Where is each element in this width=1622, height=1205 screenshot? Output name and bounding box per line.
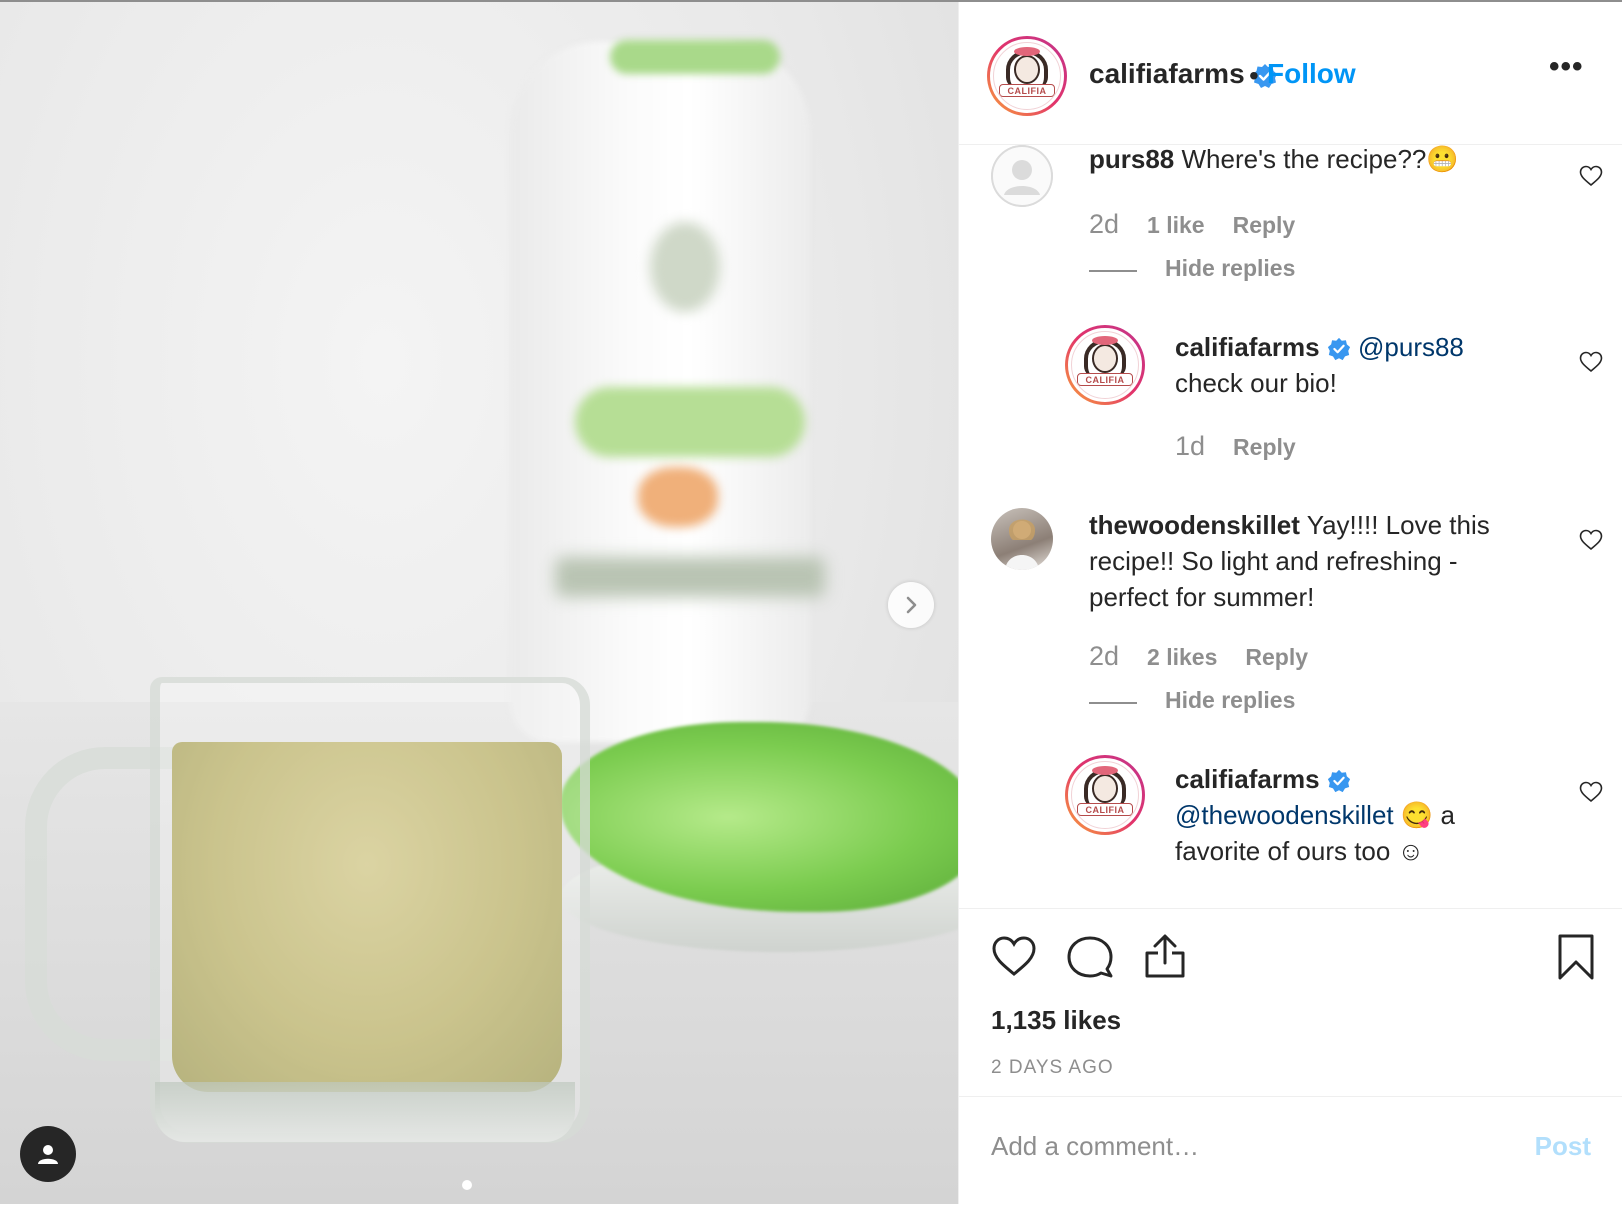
reply-mention[interactable]: @purs88: [1358, 332, 1464, 362]
profile-photo-icon: [1005, 519, 1039, 570]
comment-like-heart-icon[interactable]: [1579, 351, 1603, 373]
comment-time[interactable]: 2d: [1089, 209, 1119, 239]
follow-button[interactable]: Follow: [1267, 58, 1356, 90]
photo-jug-base: [155, 1082, 575, 1142]
share-icon[interactable]: [1143, 933, 1187, 979]
comment-like-heart-icon[interactable]: [1579, 529, 1603, 551]
author-avatar[interactable]: CALIFIA: [987, 36, 1067, 116]
photo-bottle-band: [575, 387, 805, 457]
califia-logo: CALIFIA: [1071, 761, 1139, 829]
comment-likes[interactable]: 1 like: [1147, 212, 1205, 238]
reply-username[interactable]: califiafarms: [1175, 764, 1320, 794]
more-icon: •••: [1549, 50, 1584, 83]
comment-time[interactable]: 2d: [1089, 641, 1119, 671]
hide-replies-button[interactable]: Hide replies: [1165, 687, 1295, 714]
likes-count[interactable]: 1,135 likes: [991, 1005, 1121, 1036]
comment-meta: 2d 1 like Reply: [1089, 209, 1295, 240]
comment-username[interactable]: thewoodenskillet: [1089, 510, 1300, 540]
verified-badge-icon: [1327, 338, 1350, 361]
post-photo[interactable]: [0, 2, 958, 1204]
heart-icon[interactable]: [991, 935, 1037, 977]
photo-bottle-cap: [610, 40, 780, 74]
user-tag-button[interactable]: [20, 1126, 76, 1182]
post-time[interactable]: 2 DAYS AGO: [991, 1057, 1114, 1079]
photo-bottle-logo: [650, 222, 720, 312]
reply-avatar[interactable]: CALIFIA: [1065, 325, 1145, 405]
default-avatar-icon: [991, 145, 1053, 207]
hide-replies-line: [1089, 270, 1137, 272]
comment-text: thewoodenskillet Yay!!!! Love this recip…: [1089, 507, 1490, 615]
comment-username[interactable]: purs88: [1089, 145, 1174, 174]
author-username-link[interactable]: califiafarms: [1089, 58, 1245, 89]
reply-body: check our bio!: [1175, 368, 1337, 398]
califia-logo: CALIFIA: [993, 42, 1061, 110]
photo-jug: [150, 677, 590, 1143]
reply-body-line2: favorite of ours too ☺: [1175, 836, 1425, 866]
carousel-dot-active: [462, 1180, 472, 1190]
comment-body-line3: perfect for summer!: [1089, 582, 1315, 612]
reply-username[interactable]: califiafarms: [1175, 332, 1320, 362]
reply-mention[interactable]: @thewoodenskillet: [1175, 800, 1394, 830]
comment-text: purs88 Where's the recipe??😬: [1089, 145, 1459, 177]
comments-list[interactable]: purs88 Where's the recipe??😬 2d 1 like Rep…: [959, 145, 1622, 907]
header-separator: •: [1249, 60, 1259, 91]
reply-text: califiafarms @thewoodenskillet 😋 a favor…: [1175, 761, 1455, 869]
photo-bottle-label: [555, 557, 825, 597]
reply-button[interactable]: Reply: [1233, 212, 1296, 238]
comment-likes[interactable]: 2 likes: [1147, 644, 1217, 670]
post-sidebar: CALIFIA califiafarms • Follow ••• purs88…: [958, 2, 1622, 1204]
comment-body: Where's the recipe??😬: [1181, 145, 1459, 174]
hide-replies-button[interactable]: Hide replies: [1165, 255, 1295, 282]
chevron-right-icon: [906, 596, 917, 614]
post-header: CALIFIA califiafarms • Follow •••: [959, 2, 1622, 145]
comment-meta: 2d 2 likes Reply: [1089, 641, 1308, 672]
comment-body-line2: recipe!! So light and refreshing -: [1089, 546, 1458, 576]
comment-icon[interactable]: [1067, 935, 1113, 979]
comment-avatar[interactable]: [991, 145, 1053, 207]
reply-button[interactable]: Reply: [1245, 644, 1308, 670]
comment-like-heart-icon[interactable]: [1579, 781, 1603, 803]
reply-text: califiafarms @purs88 check our bio!: [1175, 329, 1464, 401]
reply-time[interactable]: 1d: [1175, 431, 1205, 461]
hide-replies-line: [1089, 702, 1137, 704]
reply-body: a: [1440, 800, 1455, 830]
post-actions: 1,135 likes 2 DAYS AGO: [959, 908, 1622, 1105]
reply-avatar[interactable]: CALIFIA: [1065, 755, 1145, 835]
photo-bottle-fruit: [638, 467, 718, 527]
post-comment-button[interactable]: Post: [1535, 1131, 1591, 1162]
verified-badge-icon: [1327, 770, 1350, 793]
comment-body-line1: Yay!!!! Love this: [1306, 510, 1490, 540]
comment-like-heart-icon[interactable]: [1579, 165, 1603, 187]
add-comment-row: Add a comment… Post: [959, 1096, 1622, 1205]
reply-button[interactable]: Reply: [1233, 434, 1296, 460]
more-options-button[interactable]: •••: [1549, 50, 1584, 84]
user-tag-icon: [38, 1145, 58, 1164]
add-comment-input[interactable]: Add a comment…: [991, 1131, 1199, 1162]
comment-avatar[interactable]: [991, 508, 1053, 570]
bookmark-icon[interactable]: [1557, 933, 1595, 981]
califia-logo: CALIFIA: [1071, 331, 1139, 399]
next-photo-button[interactable]: [888, 582, 934, 628]
reply-emoji: 😋: [1400, 800, 1434, 830]
reply-meta: 1d Reply: [1175, 431, 1296, 462]
